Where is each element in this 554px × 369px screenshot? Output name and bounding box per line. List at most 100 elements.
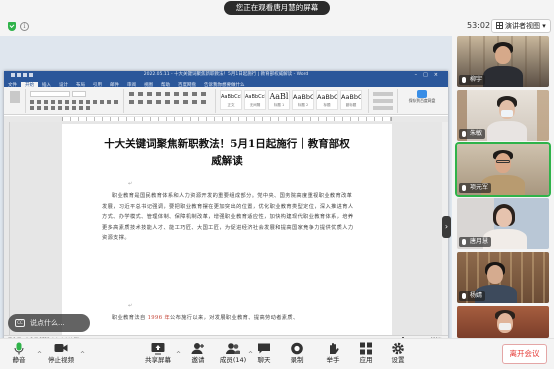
document-title: 十大关键词聚焦新职教法！5月1日起施行｜教育部权威解读 (104, 138, 350, 167)
apps-button[interactable]: 应用 (349, 342, 383, 368)
invite-label: 邀请 (191, 356, 205, 364)
apps-label: 应用 (359, 356, 373, 364)
clipboard-group (6, 89, 26, 113)
document-canvas[interactable]: 十大关键词聚焦新职教法！5月1日起施行｜教育部权威解读 ↵ 职业教育是国民教育体… (4, 122, 448, 335)
paragraph-mark-icon: ↵ (128, 303, 133, 309)
participant-tile[interactable]: 杨婧 (457, 252, 549, 303)
style-subtitle[interactable]: AaBbC 副标题 (340, 90, 362, 110)
word-ribbon: AaBbCcDd正文 AaBbCcDd无间隔 AaBl标题 1 AaBbC标题 … (4, 87, 448, 115)
quick-access-icons[interactable] (8, 73, 38, 77)
style-heading1[interactable]: AaBl 标题 1 (268, 90, 290, 110)
participant-tile[interactable]: 朱敏 (457, 90, 549, 141)
save-to-baidu-button[interactable]: 保存到百度网盘 (402, 90, 442, 103)
chat-input-pill[interactable]: CC 说点什么... (8, 314, 90, 332)
grid-view-icon (496, 22, 503, 29)
cloud-save-icon (417, 90, 427, 98)
list-buttons-icon[interactable] (129, 92, 209, 96)
video-options-chevron-icon[interactable]: ^ (80, 351, 85, 358)
style-heading2[interactable]: AaBbC 标题 2 (292, 90, 314, 110)
security-shield-icon[interactable] (8, 22, 16, 31)
stop-video-button[interactable]: 停止视频 (44, 342, 78, 368)
members-button[interactable]: 成员(14) (216, 342, 250, 368)
participant-tile[interactable]: 柳宇 (457, 36, 549, 87)
leave-meeting-button[interactable]: 离开会议 (502, 344, 547, 364)
highlighted-year: 1996 年 (147, 315, 171, 321)
apps-grid-icon (360, 342, 372, 355)
vertical-ruler[interactable] (4, 122, 10, 335)
mic-icon (462, 77, 466, 83)
members-icon (226, 343, 240, 354)
invite-button[interactable]: 邀请 (181, 342, 215, 368)
document-paragraph-2: 职业教育法自 1996 年公布施行以来，对发展职业教育、提高劳动者素质、 (112, 315, 299, 321)
settings-button[interactable]: 设置 (381, 342, 415, 368)
view-mode-button[interactable]: 演讲者视图 ▾ (491, 19, 551, 33)
shared-screen-area[interactable]: 2022.05.11 - 十大关键词聚焦新职教法！5月1日起施行 | 教育部权威… (0, 36, 452, 343)
participant-tile-active-speaker[interactable]: 项元军 (457, 144, 549, 195)
editing-group (368, 89, 398, 113)
glasses-icon (496, 160, 510, 163)
members-label: 成员(14) (219, 356, 247, 364)
find-icon[interactable] (373, 92, 393, 96)
mute-button[interactable]: 静音 (2, 342, 36, 368)
participant-name: 项元军 (459, 183, 492, 193)
chat-button[interactable]: 聊天 (247, 342, 281, 368)
paste-icon[interactable] (10, 91, 20, 103)
chat-input-placeholder: 说点什么... (30, 319, 65, 327)
share-screen-button[interactable]: 共享屏幕 (141, 342, 175, 368)
format-buttons-icon[interactable] (30, 100, 118, 104)
meeting-timer: 53:02 (467, 21, 491, 30)
font-group (28, 89, 124, 113)
style-title[interactable]: AaBbC 标题 (316, 90, 338, 110)
caption-icon: CC (15, 319, 25, 327)
raise-hand-button[interactable]: 举手 (316, 342, 350, 368)
chat-label: 聊天 (257, 356, 271, 364)
meeting-info-icon[interactable]: i (20, 22, 29, 31)
video-camera-icon (54, 344, 68, 352)
word-title-bar: 2022.05.11 - 十大关键词聚焦新职教法！5月1日起施行 | 教育部权威… (4, 71, 448, 79)
meeting-top-bar: 您正在观看唐月慧的屏幕 i 53:02 演讲者视图 ▾ (0, 0, 554, 36)
replace-icon[interactable] (373, 99, 393, 103)
share-screen-label: 共享屏幕 (145, 356, 171, 364)
mic-icon (462, 293, 466, 299)
participant-gallery: 柳宇 朱敏 项元军 唐月慧 杨婧 (452, 36, 554, 338)
record-button[interactable]: 录制 (280, 342, 314, 368)
mic-icon (462, 239, 466, 245)
settings-label: 设置 (391, 356, 405, 364)
raise-hand-label: 举手 (326, 356, 340, 364)
mute-label: 静音 (12, 356, 26, 364)
participant-tile[interactable] (457, 306, 549, 338)
align-buttons-icon[interactable] (129, 100, 209, 104)
participant-name: 柳宇 (459, 75, 486, 85)
stop-video-label: 停止视频 (48, 356, 74, 364)
mute-options-chevron-icon[interactable]: ^ (37, 351, 42, 358)
participant-name: 唐月慧 (459, 237, 492, 247)
participant-tile[interactable]: 唐月慧 (457, 198, 549, 249)
participant-name: 朱敏 (459, 129, 486, 139)
face-mask-icon (501, 110, 513, 117)
format-buttons-row2-icon[interactable] (30, 106, 90, 110)
word-ribbon-tabs: 文件 开始 插入 设计 布局 引用 邮件 审阅 视图 帮助 百度网盘 告诉我你想要做什么 (4, 79, 448, 90)
paragraph-group (126, 89, 216, 113)
face-mask-icon (499, 323, 511, 330)
word-window: 2022.05.11 - 十大关键词聚焦新职教法！5月1日起施行 | 教育部权威… (4, 71, 448, 343)
mic-icon (462, 131, 466, 137)
raise-hand-icon (330, 343, 339, 354)
font-size-select[interactable] (72, 91, 86, 97)
window-controls-icon[interactable]: –□× (415, 71, 444, 79)
add-person-icon (191, 343, 204, 354)
paragraph-mark-icon: ↵ (128, 181, 133, 187)
font-name-select[interactable] (30, 91, 70, 97)
style-normal[interactable]: AaBbCcDd正文 (220, 90, 242, 110)
gear-icon (392, 342, 404, 355)
word-title-text: 2022.05.11 - 十大关键词聚焦新职教法！5月1日起施行 | 教育部权威… (143, 72, 309, 77)
document-page[interactable]: 十大关键词聚焦新职教法！5月1日起施行｜教育部权威解读 ↵ 职业教育是国民教育体… (62, 124, 392, 335)
microphone-icon (14, 342, 24, 355)
style-no-spacing[interactable]: AaBbCcDd无间隔 (244, 90, 266, 110)
collapse-gallery-chevron-icon[interactable]: › (442, 216, 451, 238)
mic-icon (462, 185, 466, 191)
select-icon[interactable] (373, 106, 393, 110)
save-to-baidu-label: 保存到百度网盘 (408, 98, 436, 103)
record-label: 录制 (290, 356, 304, 364)
chat-bubble-icon (258, 343, 270, 354)
view-mode-label: 演讲者视图 (505, 22, 540, 30)
